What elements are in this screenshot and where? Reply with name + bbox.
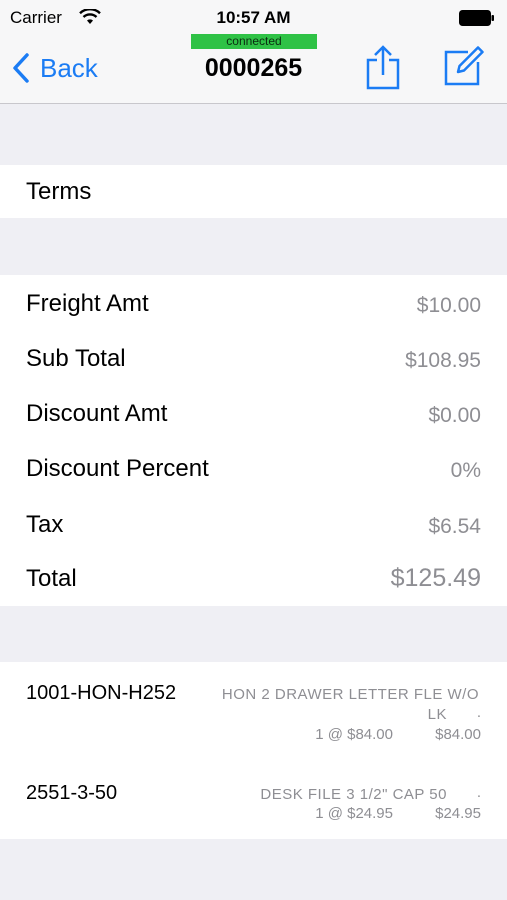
freight-value: $10.00 — [416, 294, 481, 317]
discount-pct-value: 0% — [450, 459, 481, 482]
compose-button[interactable] — [444, 46, 484, 91]
item-amount: $24.95 — [435, 805, 481, 822]
discount-amt-label: Discount Amt — [26, 400, 168, 427]
totals-section: Freight Amt $10.00 Sub Total $108.95 Dis… — [0, 275, 507, 606]
item-description-line2: LK — [427, 706, 447, 723]
total-value: $125.49 — [390, 564, 481, 592]
total-label: Total — [26, 565, 77, 592]
navigation-bar: Back connected 0000265 — [0, 34, 507, 104]
status-bar: Carrier 10:57 AM — [0, 0, 507, 34]
tax-value: $6.54 — [428, 515, 481, 538]
terms-label: Terms — [26, 178, 92, 205]
discount-amt-value: $0.00 — [428, 404, 481, 427]
connection-status-badge: connected — [191, 34, 317, 49]
item-indicator-dot: . — [476, 704, 481, 721]
item-amount: $84.00 — [435, 726, 481, 743]
page-title: 0000265 — [204, 54, 303, 82]
status-time: 10:57 AM — [216, 8, 291, 27]
share-button[interactable] — [366, 44, 400, 95]
item-description: HON 2 DRAWER LETTER FLE W/O — [221, 686, 479, 703]
item-qty-price: 1 @ $84.00 — [315, 726, 393, 743]
tax-label: Tax — [26, 511, 64, 538]
item-code: 2551-3-50 — [26, 782, 118, 804]
subtotal-value: $108.95 — [405, 349, 481, 372]
line-items-section: 1001-HON-H252 HON 2 DRAWER LETTER FLE W/… — [0, 662, 507, 839]
terms-section: Terms — [0, 165, 507, 218]
discount-pct-label: Discount Percent — [26, 455, 209, 482]
item-code: 1001-HON-H252 — [26, 682, 177, 704]
freight-label: Freight Amt — [26, 290, 149, 317]
share-icon — [366, 45, 400, 90]
item-description: DESK FILE 3 1/2" CAP 50 — [260, 786, 447, 803]
item-indicator-dot: . — [476, 784, 481, 801]
subtotal-label: Sub Total — [26, 345, 126, 372]
compose-icon — [444, 46, 484, 86]
item-qty-price: 1 @ $24.95 — [315, 805, 393, 822]
battery-icon — [459, 10, 495, 26]
